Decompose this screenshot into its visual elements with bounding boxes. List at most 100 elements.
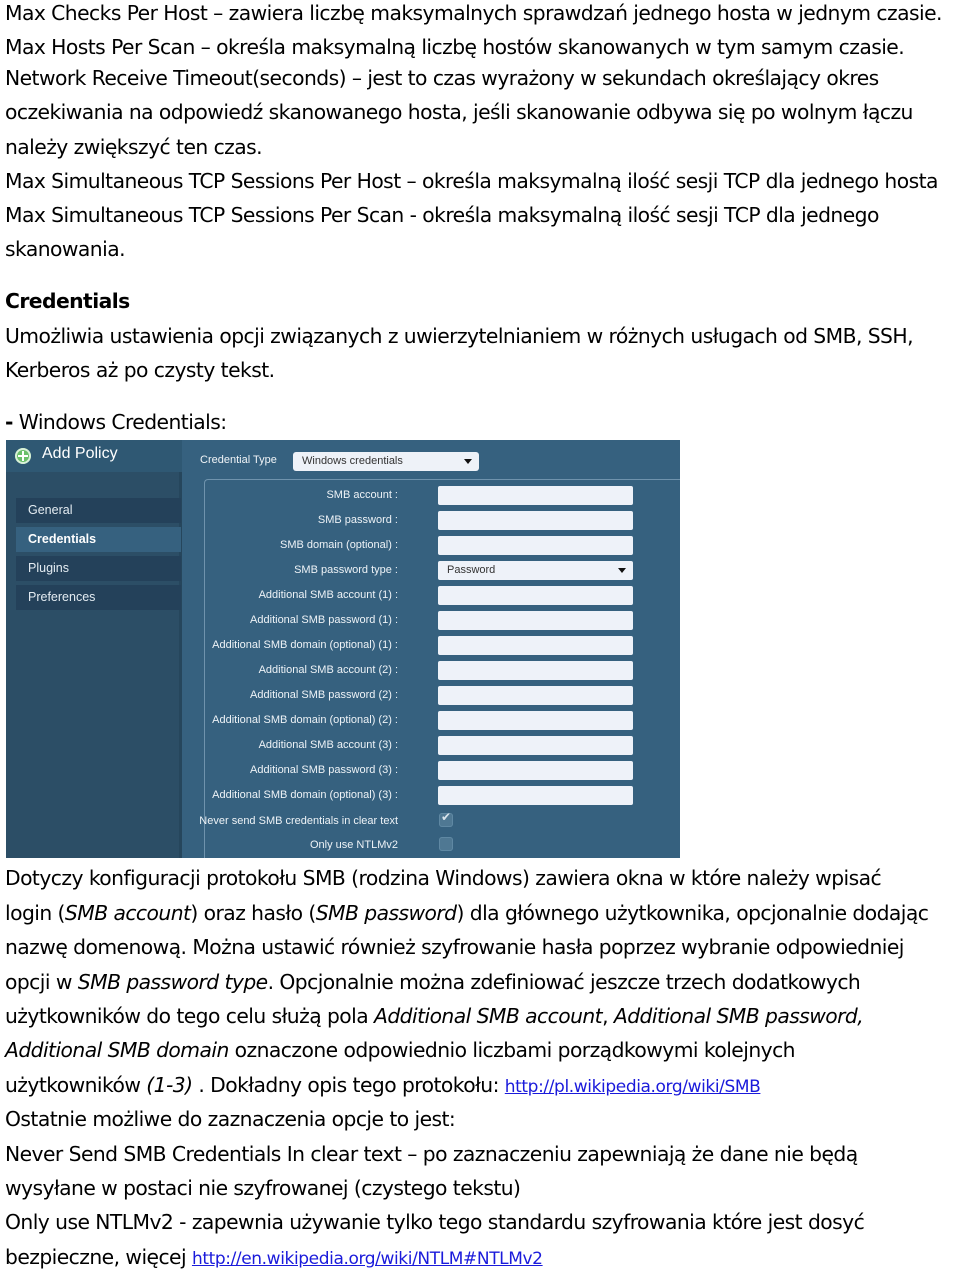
doc-line: Kerberos aż po czysty tekst.	[5, 358, 275, 382]
doc-line: login (SMB account) oraz hasło (SMB pass…	[5, 899, 929, 927]
doc-line: Max Simultaneous TCP Sessions Per Scan -…	[5, 203, 879, 227]
text: ,	[602, 1004, 614, 1028]
form-row: Additional SMB password (2) :	[6, 686, 646, 706]
doc-line: Max Hosts Per Scan – określa maksymalną …	[5, 35, 905, 59]
field-label: Additional SMB password (1) :	[250, 614, 398, 626]
doc-line: Dotyczy konfiguracji protokołu SMB (rodz…	[5, 866, 882, 890]
text: . Dokładny opis tego protokołu:	[192, 1073, 505, 1097]
subheading-label: Windows Credentials:	[12, 410, 227, 434]
doc-line: użytkowników (1-3) . Dokładny opis tego …	[5, 1071, 761, 1099]
text: opcji w	[5, 970, 78, 994]
text-input[interactable]	[438, 711, 633, 730]
doc-line: Ostatnie możliwe do zaznaczenia opcje to…	[5, 1107, 456, 1131]
text: ,	[857, 1004, 864, 1028]
field-label: Additional SMB account (2) :	[258, 664, 398, 676]
text-input[interactable]	[438, 736, 633, 755]
title-bar: Add Policy	[6, 440, 182, 472]
text: bezpieczne, więcej	[5, 1245, 192, 1269]
form-row: Additional SMB account (1) :	[6, 586, 646, 606]
text-input[interactable]	[438, 686, 633, 705]
section-heading-credentials: Credentials	[5, 289, 130, 313]
only-ntlmv2-checkbox[interactable]	[439, 837, 453, 851]
field-label: Additional SMB domain (optional) (3) :	[212, 789, 398, 801]
text-input[interactable]	[438, 536, 633, 555]
doc-line: bezpieczne, więcej http://en.wikipedia.o…	[5, 1243, 543, 1271]
form-row: SMB password type : Password	[6, 561, 646, 581]
never-send-clear-text-checkbox[interactable]: ✔	[439, 810, 453, 827]
text: użytkowników	[5, 1073, 147, 1097]
doc-line: Only use NTLMv2 - zapewnia używanie tylk…	[5, 1210, 865, 1234]
field-label: Additional SMB domain (optional) (2) :	[212, 714, 398, 726]
doc-line: nazwę domenową. Można ustawić również sz…	[5, 935, 904, 959]
doc-line: oczekiwania na odpowiedź skanowanego hos…	[5, 100, 913, 124]
add-circle-icon	[15, 448, 31, 464]
italic-term: SMB account	[64, 901, 191, 925]
form-row: Additional SMB domain (optional) (2) :	[6, 711, 646, 731]
checkbox-row: Only use NTLMv2	[6, 836, 646, 856]
checkbox-label: Never send SMB credentials in clear text	[199, 815, 398, 827]
checkmark-icon: ✔	[441, 810, 452, 824]
form-row: Additional SMB domain (optional) (3) :	[6, 786, 646, 806]
field-label: Additional SMB account (3) :	[258, 739, 398, 751]
doc-line: Max Checks Per Host – zawiera liczbę mak…	[5, 1, 942, 25]
doc-line: Additional SMB domain oznaczone odpowied…	[5, 1036, 796, 1064]
field-label: Additional SMB password (2) :	[250, 689, 398, 701]
smb-password-type-select[interactable]: Password	[438, 561, 633, 580]
form-row: Additional SMB password (3) :	[6, 761, 646, 781]
form-row: Additional SMB domain (optional) (1) :	[6, 636, 646, 656]
italic-term: Additional SMB account	[374, 1004, 603, 1028]
italic-term: Additional SMB domain	[5, 1038, 229, 1062]
doc-line: opcji w SMB password type. Opcjonalnie m…	[5, 968, 861, 996]
italic-term: (1-3)	[146, 1073, 193, 1097]
checkbox-label: Only use NTLMv2	[309, 839, 398, 851]
text-input[interactable]	[438, 786, 633, 805]
ntlm-wikipedia-link[interactable]: http://en.wikipedia.org/wiki/NTLM#NTLMv2	[192, 1249, 543, 1269]
subheading-windows-credentials: - Windows Credentials:	[5, 408, 227, 436]
doc-line: Max Simultaneous TCP Sessions Per Host –…	[5, 169, 938, 193]
text: ) oraz hasło (	[190, 901, 316, 925]
credential-type-label: Credential Type	[200, 454, 277, 466]
text: . Opcjonalnie można zdefiniować jeszcze …	[267, 970, 861, 994]
field-label: SMB password type :	[294, 564, 398, 576]
checkbox-row: Never send SMB credentials in clear text…	[6, 810, 646, 832]
text-input[interactable]	[438, 486, 633, 505]
text-input[interactable]	[438, 511, 633, 530]
credential-type-select[interactable]: Windows credentials	[293, 452, 479, 471]
italic-term: SMB password type	[77, 970, 268, 994]
window-title: Add Policy	[42, 445, 118, 462]
doc-line: użytkowników do tego celu służą pola Add…	[5, 1002, 864, 1030]
form-row: SMB password :	[6, 511, 646, 531]
chevron-down-icon	[464, 459, 472, 464]
field-label: Additional SMB domain (optional) (1) :	[212, 639, 398, 651]
smb-wikipedia-link[interactable]: http://pl.wikipedia.org/wiki/SMB	[505, 1077, 761, 1097]
field-label: SMB password :	[317, 514, 398, 526]
form-row: Additional SMB password (1) :	[6, 611, 646, 631]
text-input[interactable]	[438, 636, 633, 655]
chevron-down-icon	[618, 568, 626, 573]
text: użytkowników do tego celu służą pola	[5, 1004, 375, 1028]
dash: -	[5, 410, 13, 434]
doc-line: Umożliwia ustawienia opcji związanych z …	[5, 324, 914, 348]
italic-term: Additional SMB password	[613, 1004, 858, 1028]
doc-line: Network Receive Timeout(seconds) – jest …	[5, 66, 879, 90]
form-row: SMB domain (optional) :	[6, 536, 646, 556]
text-input[interactable]	[438, 586, 633, 605]
form-row: SMB account :	[6, 486, 646, 506]
field-label: SMB domain (optional) :	[280, 539, 398, 551]
text: login (	[5, 901, 65, 925]
text-input[interactable]	[438, 661, 633, 680]
field-label: Additional SMB account (1) :	[258, 589, 398, 601]
doc-line: należy zwiększyć ten czas.	[5, 135, 263, 159]
field-label: SMB account :	[326, 489, 398, 501]
add-policy-screenshot: Add Policy General Credentials Plugins P…	[6, 440, 680, 858]
credential-type-value: Windows credentials	[302, 455, 403, 467]
doc-line: Never Send SMB Credentials In clear text…	[5, 1142, 858, 1166]
text-input[interactable]	[438, 611, 633, 630]
italic-term: SMB password	[315, 901, 457, 925]
text: ) dla głównego użytkownika, opcjonalnie …	[456, 901, 929, 925]
doc-line: skanowania.	[5, 237, 126, 261]
form-row: Additional SMB account (2) :	[6, 661, 646, 681]
doc-line: wysyłane w postaci nie szyfrowanej (czys…	[5, 1176, 521, 1200]
select-value: Password	[447, 564, 496, 576]
text-input[interactable]	[438, 761, 633, 780]
